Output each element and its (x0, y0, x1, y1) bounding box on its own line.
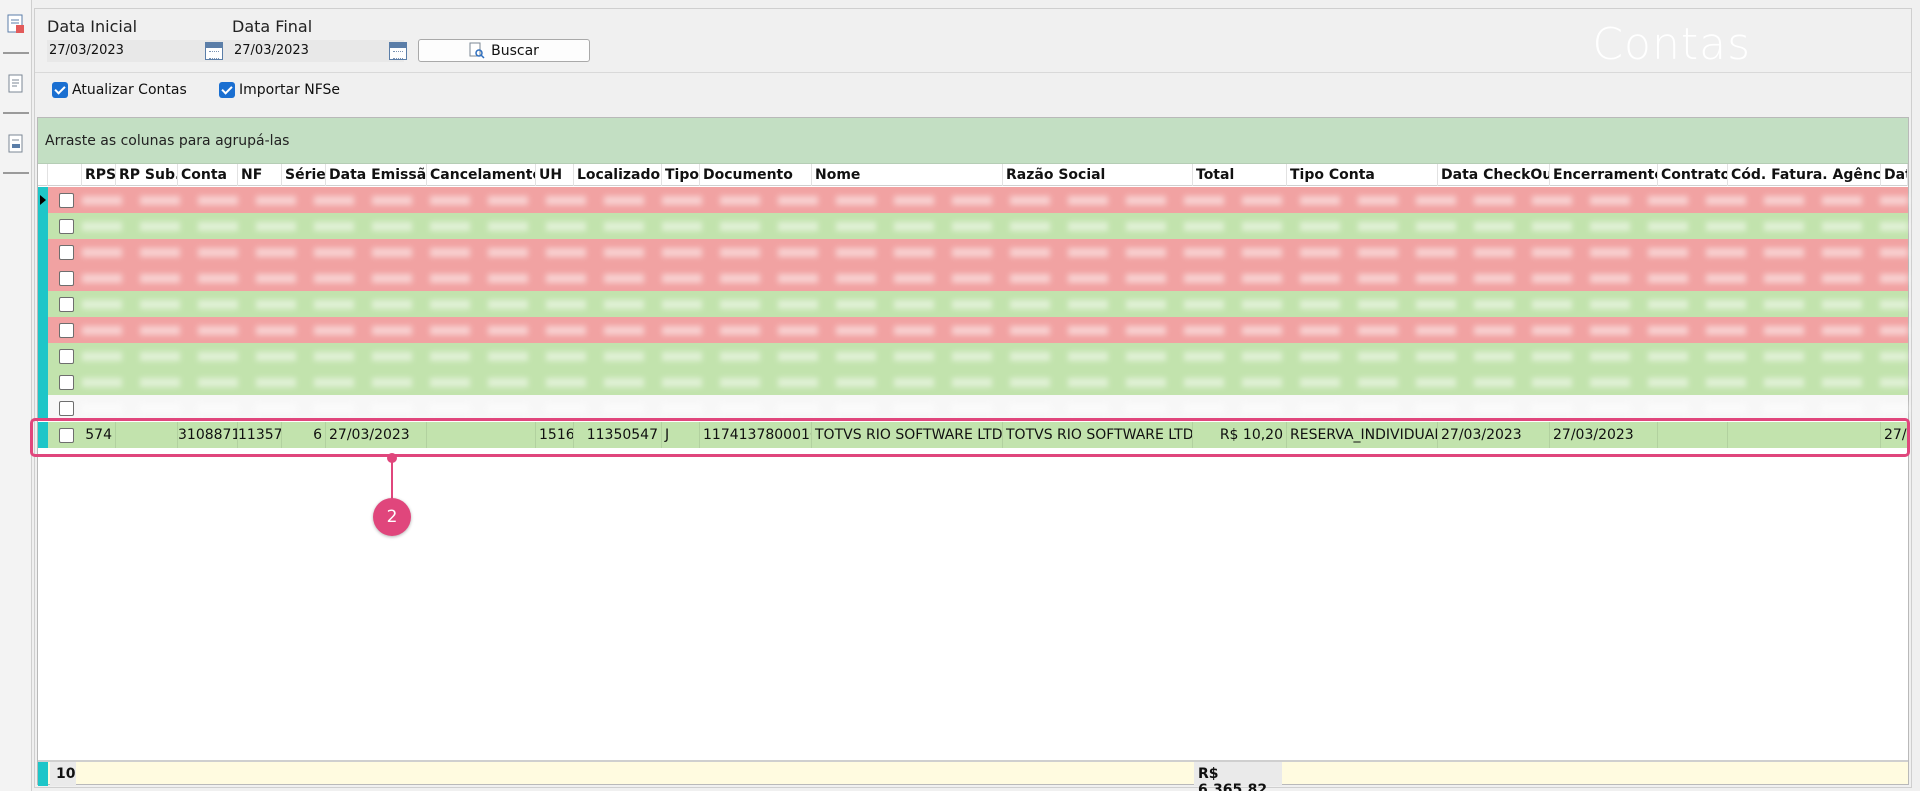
document-icon (8, 74, 23, 93)
end-date-field[interactable]: 27/03/2023 (232, 40, 404, 62)
table-row[interactable] (38, 265, 1908, 291)
current-row-arrow-icon (40, 195, 46, 205)
column-header[interactable]: Conta (178, 164, 238, 186)
column-header[interactable]: RPS (82, 164, 116, 186)
column-header[interactable]: UH (536, 164, 574, 186)
table-row[interactable] (38, 187, 1908, 213)
row-indicator (38, 291, 48, 317)
filter-bar: Data Inicial 27/03/2023 Data Final 27/03… (35, 9, 1911, 73)
search-button[interactable]: Buscar (418, 39, 590, 62)
header-select[interactable] (48, 164, 82, 186)
end-date-label: Data Final (232, 17, 313, 36)
grid-header: RPS RP Sub. Conta NF Série Data Emissão … (38, 164, 1908, 186)
options-bar: Atualizar Contas Importar NFSe (35, 75, 1911, 107)
column-header[interactable]: Razão Social (1003, 164, 1193, 186)
obscured-row-content (82, 352, 1908, 361)
search-button-label: Buscar (491, 42, 539, 59)
column-header[interactable]: NF (238, 164, 282, 186)
accounts-icon (7, 14, 24, 33)
table-row[interactable] (38, 369, 1908, 395)
footer-total-sum: R$ 6.365,82 (1194, 762, 1282, 791)
sidebar-document-button[interactable] (3, 60, 29, 114)
import-nfse-checkbox[interactable]: Importar NFSe (219, 82, 340, 98)
column-header[interactable]: Tipo (662, 164, 700, 186)
start-date-label: Data Inicial (47, 17, 138, 36)
obscured-row-content (82, 326, 1908, 335)
update-accounts-checkbox[interactable]: Atualizar Contas (52, 82, 187, 98)
row-indicator (38, 265, 48, 291)
column-header[interactable]: Série (282, 164, 326, 186)
table-row[interactable] (38, 343, 1908, 369)
import-nfse-label: Importar NFSe (239, 82, 341, 98)
column-header[interactable]: Localizador (574, 164, 662, 186)
column-header[interactable]: Cód. Fatura. Agência (1728, 164, 1881, 186)
header-indicator (38, 164, 48, 186)
sidebar-report-button[interactable] (3, 120, 29, 174)
row-select-checkbox[interactable] (59, 401, 74, 416)
table-row[interactable] (38, 239, 1908, 265)
obscured-row-content (82, 222, 1908, 231)
callout-line (391, 457, 393, 499)
row-select-checkbox[interactable] (59, 245, 74, 260)
start-calendar-icon[interactable] (205, 42, 223, 60)
column-header[interactable]: RP Sub. (116, 164, 178, 186)
checkbox-checked-icon (219, 82, 235, 98)
obscured-row-content (82, 300, 1908, 309)
app-window: Data Inicial 27/03/2023 Data Final 27/03… (0, 0, 1920, 791)
group-by-panel[interactable]: Arraste as colunas para agrupá-las (38, 118, 1908, 164)
screen-title-watermark: Contas (1592, 19, 1751, 70)
row-select-checkbox[interactable] (59, 349, 74, 364)
row-select-checkbox[interactable] (59, 323, 74, 338)
row-select-checkbox[interactable] (59, 375, 74, 390)
callout-badge: 2 (373, 498, 411, 536)
column-header[interactable]: Nome (812, 164, 1003, 186)
row-indicator (38, 369, 48, 395)
column-header[interactable]: Tipo Conta (1287, 164, 1438, 186)
column-header[interactable]: Contrato (1658, 164, 1728, 186)
table-row[interactable] (38, 317, 1908, 343)
row-select-checkbox[interactable] (59, 271, 74, 286)
column-header[interactable]: Total (1193, 164, 1287, 186)
obscured-row-content (82, 196, 1908, 205)
column-header[interactable]: Cancelamento (427, 164, 536, 186)
obscured-row-content (82, 248, 1908, 257)
column-header[interactable]: Data CheckOut (1438, 164, 1550, 186)
search-document-icon (469, 42, 485, 59)
row-indicator (38, 213, 48, 239)
row-select-checkbox[interactable] (59, 219, 74, 234)
column-header[interactable]: Encerramento (1550, 164, 1658, 186)
row-select-checkbox[interactable] (59, 193, 74, 208)
obscured-row-content (82, 378, 1908, 387)
column-header[interactable]: Documento (700, 164, 812, 186)
row-indicator (38, 343, 48, 369)
obscured-row-content (82, 274, 1908, 283)
sidebar-accounts-button[interactable] (3, 0, 29, 54)
table-row[interactable] (38, 291, 1908, 317)
report-icon (8, 134, 23, 153)
highlight-frame (30, 418, 1910, 457)
footer-indicator (38, 762, 48, 786)
row-indicator (38, 317, 48, 343)
row-select-checkbox[interactable] (59, 297, 74, 312)
grid-footer: 10 R$ 6.365,82 (38, 760, 1908, 791)
main-frame: Data Inicial 27/03/2023 Data Final 27/03… (34, 8, 1912, 791)
obscured-row-content (82, 404, 1908, 413)
column-header[interactable]: Data Emissão (326, 164, 427, 186)
update-accounts-label: Atualizar Contas (72, 82, 187, 98)
column-header[interactable]: Data (1881, 164, 1908, 186)
end-calendar-icon[interactable] (389, 42, 407, 60)
row-indicator (38, 239, 48, 265)
footer-row-count: 10 (50, 762, 76, 786)
table-row[interactable] (38, 213, 1908, 239)
checkbox-checked-icon (52, 82, 68, 98)
left-sidebar (0, 0, 32, 791)
